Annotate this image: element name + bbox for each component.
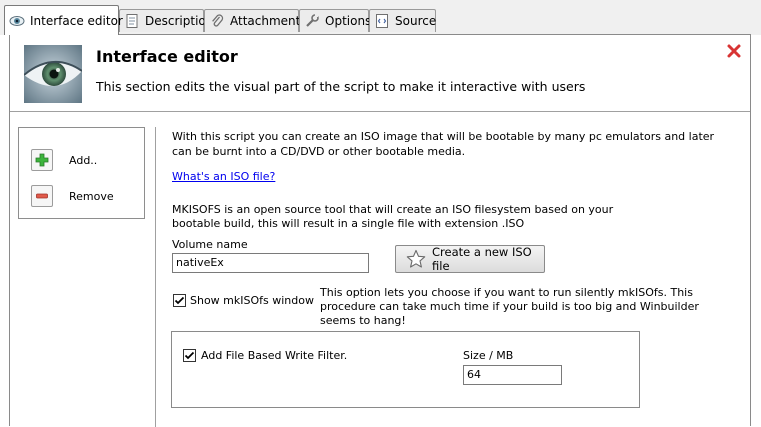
volume-name-label: Volume name [172, 238, 248, 251]
create-iso-button[interactable]: Create a new ISO file [395, 245, 545, 273]
eye-icon [9, 13, 25, 29]
divider [155, 127, 156, 427]
write-filter-group: Add File Based Write Filter. Size / MB 6… [171, 331, 640, 408]
remove-icon [31, 185, 53, 207]
page-title: Interface editor [96, 47, 238, 66]
option-help-line-2: procedure can take much time if your bui… [320, 300, 699, 313]
volume-name-input[interactable]: nativeEx [172, 253, 369, 273]
tool-panel: Add.. Remove [18, 127, 145, 219]
page-description: This section edits the visual part of th… [96, 79, 586, 94]
tab-label: Attachments [230, 14, 307, 28]
star-icon [406, 249, 426, 269]
intro-text-line-2: can be burnt into a CD/DVD or other boot… [172, 145, 466, 158]
add-label: Add.. [69, 153, 98, 167]
tab-description[interactable]: Description [119, 9, 213, 32]
tab-label: Interface editor [30, 13, 123, 28]
mkisofs-text-line-1: MKISOFS is an open source tool that will… [172, 203, 614, 216]
option-help-line-3: seems to hang! [320, 314, 406, 327]
remove-label: Remove [69, 189, 114, 203]
eye-banner-image [23, 45, 83, 103]
code-icon [374, 13, 390, 29]
option-help-line-1: This option lets you choose if you want … [320, 286, 693, 299]
show-mkisofs-window-label[interactable]: Show mkISOfs window [190, 293, 314, 308]
add-button[interactable]: Add.. [31, 148, 131, 172]
section-header: Interface editor This section edits the … [10, 35, 750, 112]
tab-source[interactable]: Source [369, 9, 436, 32]
tab-label: Source [395, 14, 437, 28]
wrench-icon [304, 13, 320, 29]
size-input[interactable]: 64 [463, 365, 562, 385]
paperclip-icon [209, 13, 225, 29]
tab-options[interactable]: Options [299, 9, 372, 32]
write-filter-label[interactable]: Add File Based Write Filter. [201, 348, 347, 363]
tab-label: Options [325, 14, 372, 28]
create-iso-label: Create a new ISO file [432, 245, 532, 273]
write-filter-checkbox[interactable] [183, 349, 196, 362]
iso-help-link[interactable]: What's an ISO file? [172, 169, 275, 184]
tab-interface-editor[interactable]: Interface editor [4, 5, 123, 35]
interface-editor-panel: Interface editor This section edits the … [9, 34, 751, 427]
tab-attachments[interactable]: Attachments [204, 9, 307, 32]
remove-button[interactable]: Remove [31, 184, 131, 208]
intro-text-line-1: With this script you can create an ISO i… [172, 130, 715, 143]
size-label: Size / MB [463, 349, 514, 362]
tab-strip: Interface editor Description Attachments… [0, 0, 761, 35]
show-mkisofs-window-checkbox[interactable] [173, 294, 186, 307]
mkisofs-text-line-2: bootable build, this will result in a si… [172, 217, 525, 230]
document-icon [124, 13, 140, 29]
close-icon[interactable] [726, 43, 742, 59]
add-icon [31, 149, 53, 171]
